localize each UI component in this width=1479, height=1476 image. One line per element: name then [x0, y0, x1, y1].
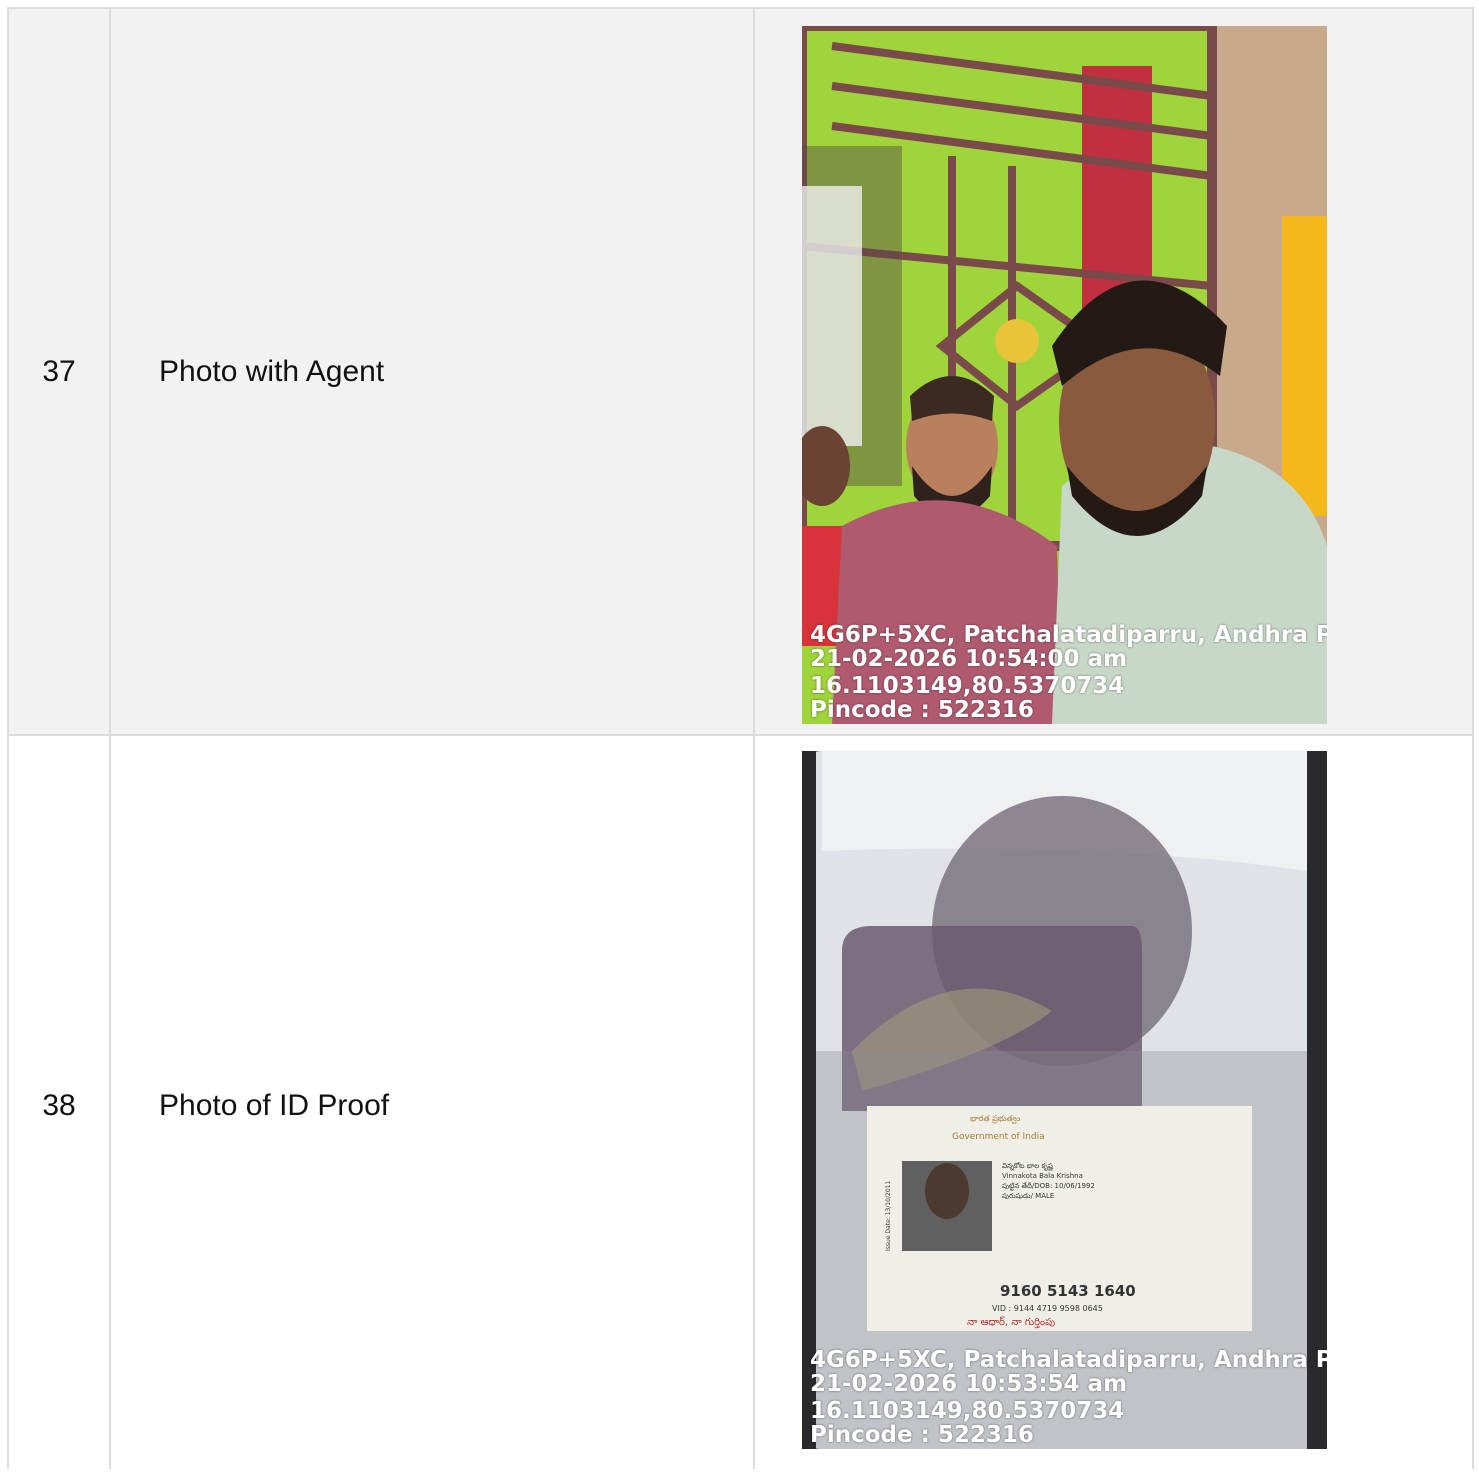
- card-vid: VID : 9144 4719 9598 0645: [992, 1304, 1103, 1313]
- stamp-location: 4G6P+5XC, Patchalatadiparru, Andhra Prad…: [810, 1347, 1327, 1373]
- card-name: Vinnakota Bala Krishna: [1002, 1172, 1083, 1180]
- card-issue-date: Issue Date: 13/10/2011: [885, 1181, 892, 1251]
- card-name-native: విన్నకోట బాల కృష్ణ: [1002, 1162, 1054, 1171]
- card-gender: పురుషుడు/ MALE: [1002, 1192, 1054, 1200]
- id-proof-photo[interactable]: భారత ప్రభుత్వం Government of India విన్న…: [802, 751, 1327, 1449]
- stamp-pincode: Pincode : 522316: [810, 697, 1034, 723]
- id-card-image: భారత ప్రభుత్వం Government of India విన్న…: [802, 751, 1327, 1449]
- stamp-datetime: 21-02-2026 10:53:54 am: [810, 1371, 1128, 1397]
- card-dob: పుట్టిన తేదీ/DOB: 10/06/1992: [1002, 1182, 1095, 1191]
- row-number: 38: [42, 1089, 76, 1122]
- row-label: Photo of ID Proof: [159, 1089, 390, 1122]
- card-header: Government of India: [952, 1132, 1045, 1142]
- selfie-image: [802, 26, 1327, 724]
- column-divider: [753, 9, 755, 1469]
- stamp-coords: 16.1103149,80.5370734: [810, 1398, 1125, 1424]
- table-row: 37 Photo with Agent 4G6P+5XC, Patchalata…: [9, 9, 1474, 735]
- stamp-coords: 16.1103149,80.5370734: [810, 673, 1125, 699]
- card-number: 9160 5143 1640: [1000, 1282, 1136, 1300]
- photo-stamp: 4G6P+5XC, Patchalatadiparru, Andhra Prad…: [810, 623, 1327, 722]
- stamp-location: 4G6P+5XC, Patchalatadiparru, Andhra Prad…: [810, 622, 1327, 648]
- row-label: Photo with Agent: [159, 355, 385, 388]
- photo-stamp: 4G6P+5XC, Patchalatadiparru, Andhra Prad…: [810, 1348, 1327, 1447]
- card-footer: నా ఆధార్, నా గుర్తింపు: [967, 1316, 1055, 1329]
- table-row: 38 Photo of ID Proof భారత ప్రభుత్వం Gove…: [9, 736, 1474, 1476]
- stamp-datetime: 21-02-2026 10:54:00 am: [810, 646, 1128, 672]
- records-table: 37 Photo with Agent 4G6P+5XC, Patchalata…: [7, 7, 1474, 1476]
- card-header-native: భారత ప్రభుత్వం: [970, 1114, 1020, 1124]
- agent-photo[interactable]: 4G6P+5XC, Patchalatadiparru, Andhra Prad…: [802, 26, 1327, 724]
- column-divider: [1472, 9, 1474, 1469]
- column-divider: [109, 9, 111, 1469]
- row-number: 37: [42, 355, 76, 388]
- stamp-pincode: Pincode : 522316: [810, 1422, 1034, 1448]
